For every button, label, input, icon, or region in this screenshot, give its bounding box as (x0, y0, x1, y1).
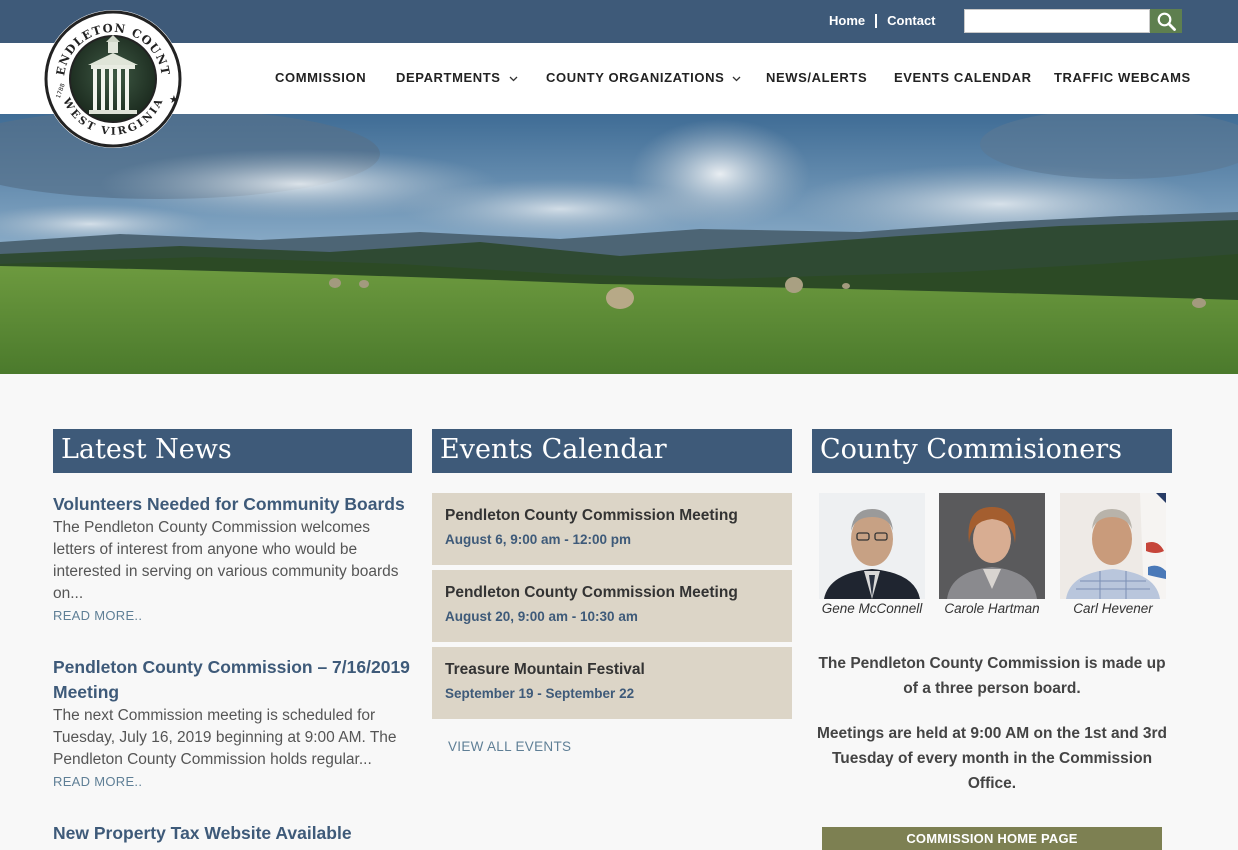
search-button[interactable] (1150, 9, 1182, 33)
hero-landscape-image (0, 114, 1238, 374)
commissioner-photo-carole-hartman (939, 493, 1045, 599)
commissioner-photo-carl-hevener (1060, 493, 1166, 599)
event-title: Treasure Mountain Festival (445, 661, 645, 678)
nav-label: COMMISSION (275, 70, 367, 85)
news-item-title[interactable]: Volunteers Needed for Community Boards (53, 492, 413, 517)
read-more-link[interactable]: READ MORE.. (53, 608, 413, 623)
event-date: September 19 - September 22 (445, 686, 635, 701)
chevron-down-icon (732, 70, 741, 85)
commissioner-name: Gene McConnell (821, 601, 923, 616)
news-item: Pendleton County Commission – 7/16/2019 … (53, 655, 413, 789)
top-utility-bar: Home Contact (0, 0, 1238, 43)
events-calendar-heading: Events Calendar (432, 429, 792, 473)
nav-commission[interactable]: COMMISSION (275, 70, 366, 85)
event-card[interactable]: Pendleton County Commission Meeting Augu… (432, 493, 792, 565)
nav-label: TRAFFIC WEBCAMS (1054, 70, 1191, 85)
commissioner-name: Carole Hartman (944, 601, 1040, 616)
contact-link[interactable]: Contact (887, 13, 935, 28)
chevron-down-icon (509, 70, 518, 85)
commission-description: The Pendleton County Commission is made … (818, 655, 1166, 697)
news-item-title[interactable]: Pendleton County Commission – 7/16/2019 … (53, 655, 413, 705)
nav-label: COUNTY ORGANIZATIONS (546, 70, 725, 85)
event-date: August 20, 9:00 am - 10:30 am (445, 609, 638, 624)
view-all-events-link[interactable]: VIEW ALL EVENTS (448, 739, 571, 754)
news-item: New Property Tax Website Available (53, 821, 413, 846)
news-item: Volunteers Needed for Community Boards T… (53, 492, 413, 623)
county-commissioners-heading: County Commisioners (812, 429, 1172, 473)
county-seal-logo[interactable]: PENDLETON COUNTY WEST VIRGINIA 1788 ★ (36, 0, 184, 149)
news-item-title[interactable]: New Property Tax Website Available (53, 821, 413, 846)
news-item-body: The Pendleton County Commission welcomes… (53, 519, 399, 602)
star-icon: ★ (169, 93, 179, 106)
latest-news-heading: Latest News (53, 429, 412, 473)
main-navbar: COMMISSION DEPARTMENTS COUNTY ORGANIZATI… (0, 43, 1238, 114)
link-divider (875, 13, 878, 28)
nav-county-organizations[interactable]: COUNTY ORGANIZATIONS (546, 70, 741, 85)
nav-departments[interactable]: DEPARTMENTS (396, 70, 518, 85)
nav-events-calendar[interactable]: EVENTS CALENDAR (894, 70, 1032, 85)
event-title: Pendleton County Commission Meeting (445, 584, 738, 601)
event-date: August 6, 9:00 am - 12:00 pm (445, 532, 632, 547)
news-item-body: The next Commission meeting is scheduled… (53, 707, 397, 768)
main-nav: COMMISSION DEPARTMENTS COUNTY ORGANIZATI… (0, 70, 1238, 90)
nav-label: NEWS/ALERTS (766, 70, 868, 85)
nav-label: DEPARTMENTS (396, 70, 501, 85)
nav-news-alerts[interactable]: NEWS/ALERTS (766, 70, 867, 85)
event-title: Pendleton County Commission Meeting (445, 507, 738, 524)
read-more-link[interactable]: READ MORE.. (53, 774, 413, 789)
nav-traffic-webcams[interactable]: TRAFFIC WEBCAMS (1054, 70, 1191, 85)
event-card[interactable]: Pendleton County Commission Meeting Augu… (432, 570, 792, 642)
nav-label: EVENTS CALENDAR (894, 70, 1032, 85)
search-input[interactable] (964, 9, 1150, 33)
meeting-schedule: Meetings are held at 9:00 AM on the 1st … (817, 725, 1167, 792)
event-card[interactable]: Treasure Mountain Festival September 19 … (432, 647, 792, 719)
commissioner-name: Carl Hevener (1073, 601, 1153, 616)
commission-home-page-button[interactable]: COMMISSION HOME PAGE (822, 827, 1162, 850)
commissioner-photo-gene-mcconnell (819, 493, 925, 599)
utility-links: Home Contact (829, 13, 936, 28)
search-icon (1157, 12, 1176, 31)
home-link[interactable]: Home (829, 13, 865, 28)
